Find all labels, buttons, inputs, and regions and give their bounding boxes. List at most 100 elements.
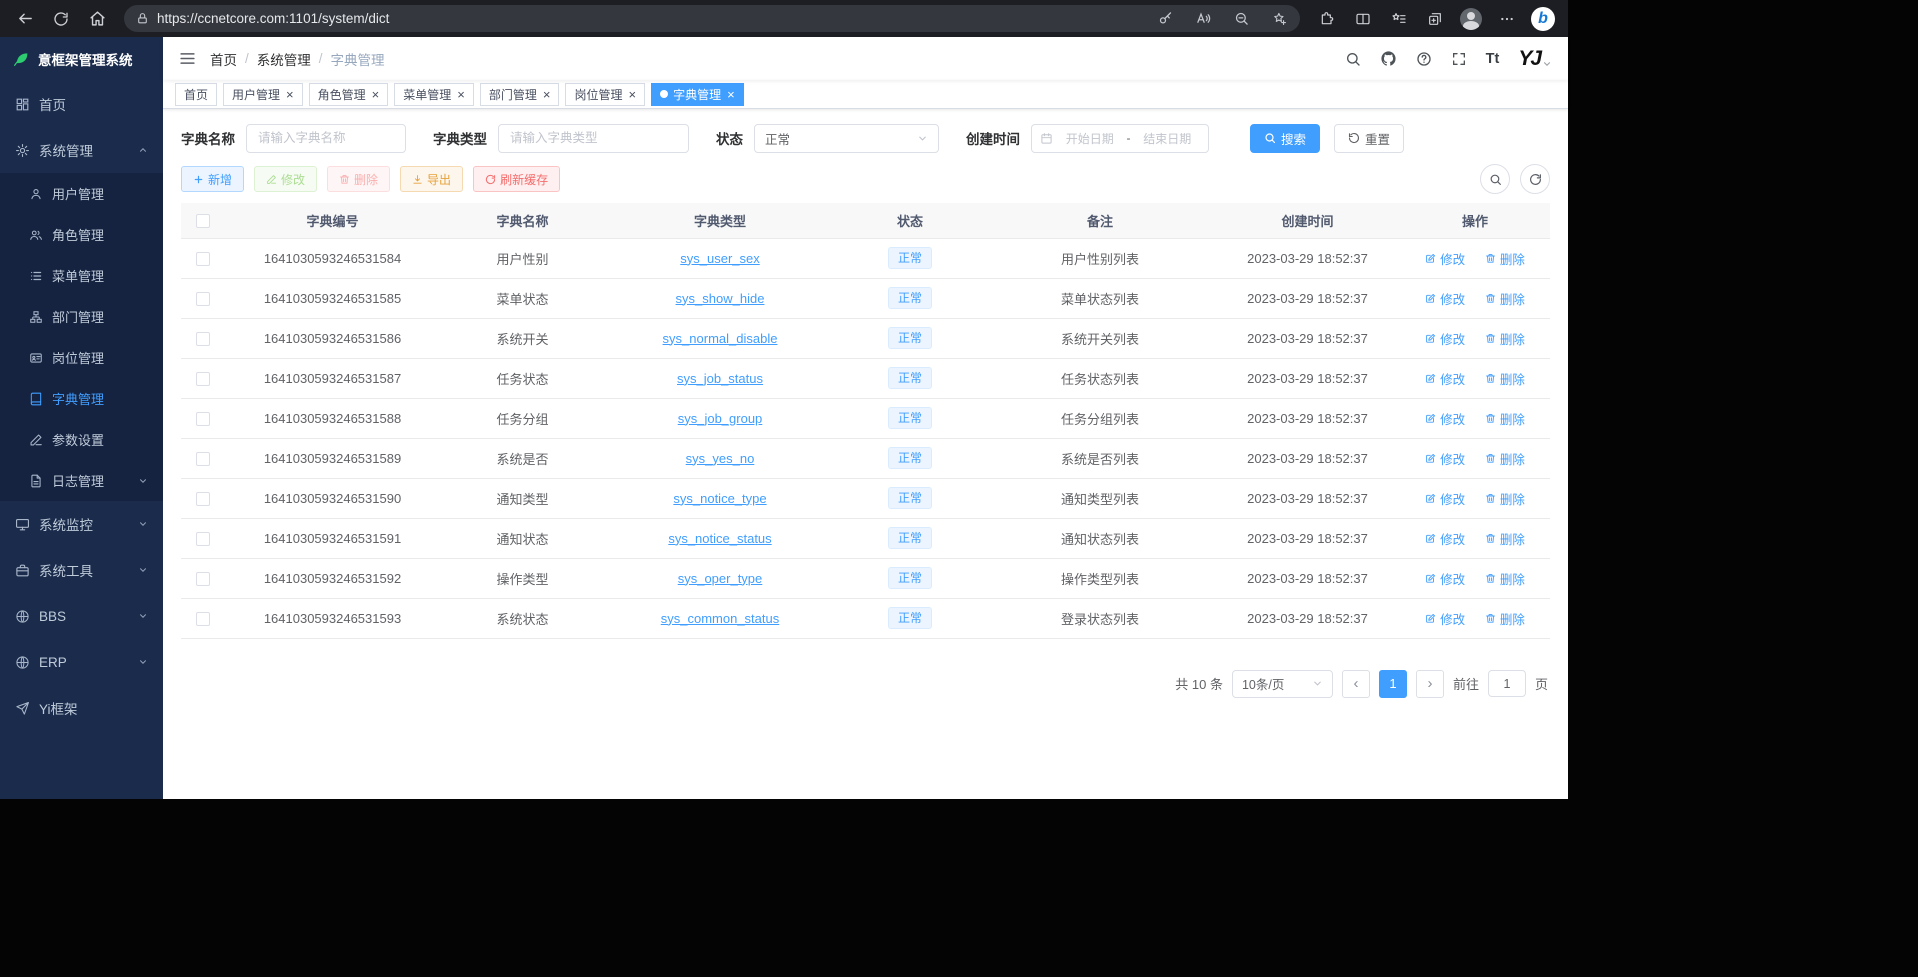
sidebar-item-menu-mgmt[interactable]: 菜单管理 bbox=[0, 255, 163, 296]
favorites-bar-icon[interactable] bbox=[1382, 5, 1416, 33]
sidebar-item-bbs[interactable]: BBS bbox=[0, 593, 163, 639]
sidebar-item-system-tools[interactable]: 系统工具 bbox=[0, 547, 163, 593]
dict-type-link[interactable]: sys_yes_no bbox=[686, 451, 755, 466]
font-size-icon[interactable]: Tt bbox=[1486, 51, 1500, 67]
close-icon[interactable]: × bbox=[727, 88, 735, 101]
tab-dept-mgmt[interactable]: 部门管理 × bbox=[480, 83, 560, 106]
password-key-icon[interactable] bbox=[1150, 7, 1180, 31]
row-checkbox[interactable] bbox=[196, 412, 210, 426]
sidebar-item-post-mgmt[interactable]: 岗位管理 bbox=[0, 337, 163, 378]
sidebar-item-dict-mgmt[interactable]: 字典管理 bbox=[0, 378, 163, 419]
tab-user-mgmt[interactable]: 用户管理 × bbox=[223, 83, 303, 106]
goto-page-input[interactable] bbox=[1488, 670, 1526, 697]
refresh-table-button[interactable] bbox=[1520, 164, 1550, 194]
browser-refresh-icon[interactable] bbox=[44, 5, 78, 33]
hamburger-icon[interactable] bbox=[179, 50, 196, 67]
sidebar-item-role-mgmt[interactable]: 角色管理 bbox=[0, 214, 163, 255]
row-checkbox[interactable] bbox=[196, 492, 210, 506]
collections-icon[interactable] bbox=[1418, 5, 1452, 33]
row-delete-link[interactable]: 删除 bbox=[1485, 329, 1525, 348]
row-delete-link[interactable]: 删除 bbox=[1485, 249, 1525, 268]
sidebar-item-dept-mgmt[interactable]: 部门管理 bbox=[0, 296, 163, 337]
row-delete-link[interactable]: 删除 bbox=[1485, 409, 1525, 428]
row-delete-link[interactable]: 删除 bbox=[1485, 529, 1525, 548]
help-question-icon[interactable] bbox=[1416, 51, 1432, 67]
browser-back-icon[interactable] bbox=[8, 5, 42, 33]
dict-type-link[interactable]: sys_user_sex bbox=[680, 251, 759, 266]
current-page-button[interactable]: 1 bbox=[1379, 670, 1407, 698]
page-size-select[interactable]: 10条/页 bbox=[1232, 670, 1333, 698]
extensions-icon[interactable] bbox=[1310, 5, 1344, 33]
dict-type-link[interactable]: sys_job_group bbox=[678, 411, 763, 426]
row-delete-link[interactable]: 删除 bbox=[1485, 289, 1525, 308]
add-favorite-star-icon[interactable] bbox=[1264, 7, 1294, 31]
row-checkbox[interactable] bbox=[196, 372, 210, 386]
user-logo-dropdown[interactable]: YJ bbox=[1518, 47, 1552, 71]
select-all-checkbox[interactable] bbox=[196, 214, 210, 228]
address-bar[interactable]: https://ccnetcore.com:1101/system/dict bbox=[124, 5, 1300, 32]
toggle-search-button[interactable] bbox=[1480, 164, 1510, 194]
dict-type-link[interactable]: sys_notice_type bbox=[673, 491, 766, 506]
refresh-cache-button[interactable]: 刷新缓存 bbox=[473, 166, 560, 192]
row-edit-link[interactable]: 修改 bbox=[1425, 369, 1465, 388]
close-icon[interactable]: × bbox=[628, 88, 636, 101]
date-range-picker[interactable]: 开始日期 - 结束日期 bbox=[1031, 124, 1209, 153]
dict-type-link[interactable]: sys_show_hide bbox=[676, 291, 765, 306]
row-checkbox[interactable] bbox=[196, 572, 210, 586]
row-delete-link[interactable]: 删除 bbox=[1485, 569, 1525, 588]
dict-type-link[interactable]: sys_common_status bbox=[661, 611, 780, 626]
tab-home[interactable]: 首页 bbox=[175, 83, 217, 106]
close-icon[interactable]: × bbox=[372, 88, 380, 101]
breadcrumb-home[interactable]: 首页 bbox=[210, 49, 237, 69]
row-delete-link[interactable]: 删除 bbox=[1485, 609, 1525, 628]
row-edit-link[interactable]: 修改 bbox=[1425, 489, 1465, 508]
fullscreen-icon[interactable] bbox=[1451, 51, 1467, 67]
app-brand[interactable]: 意框架管理系统 bbox=[0, 37, 163, 81]
row-edit-link[interactable]: 修改 bbox=[1425, 449, 1465, 468]
export-button[interactable]: 导出 bbox=[400, 166, 463, 192]
reset-button[interactable]: 重置 bbox=[1334, 124, 1404, 153]
next-page-button[interactable]: › bbox=[1416, 670, 1444, 698]
search-button[interactable]: 搜索 bbox=[1250, 124, 1320, 153]
row-checkbox[interactable] bbox=[196, 252, 210, 266]
row-edit-link[interactable]: 修改 bbox=[1425, 289, 1465, 308]
row-checkbox[interactable] bbox=[196, 332, 210, 346]
row-edit-link[interactable]: 修改 bbox=[1425, 409, 1465, 428]
breadcrumb-section[interactable]: 系统管理 bbox=[257, 49, 311, 69]
row-edit-link[interactable]: 修改 bbox=[1425, 609, 1465, 628]
row-checkbox[interactable] bbox=[196, 452, 210, 466]
dict-name-input[interactable] bbox=[246, 124, 406, 153]
prev-page-button[interactable]: ‹ bbox=[1342, 670, 1370, 698]
sidebar-item-param-settings[interactable]: 参数设置 bbox=[0, 419, 163, 460]
zoom-out-icon[interactable] bbox=[1226, 7, 1256, 31]
close-icon[interactable]: × bbox=[286, 88, 294, 101]
bing-copilot-icon[interactable]: b bbox=[1526, 5, 1560, 33]
sidebar-item-home[interactable]: 首页 bbox=[0, 81, 163, 127]
github-icon[interactable] bbox=[1380, 50, 1397, 67]
row-checkbox[interactable] bbox=[196, 612, 210, 626]
sidebar-item-user-mgmt[interactable]: 用户管理 bbox=[0, 173, 163, 214]
row-edit-link[interactable]: 修改 bbox=[1425, 329, 1465, 348]
split-screen-icon[interactable] bbox=[1346, 5, 1380, 33]
tab-menu-mgmt[interactable]: 菜单管理 × bbox=[394, 83, 474, 106]
tab-role-mgmt[interactable]: 角色管理 × bbox=[309, 83, 389, 106]
tab-dict-mgmt[interactable]: 字典管理 × bbox=[651, 83, 744, 106]
add-button[interactable]: 新增 bbox=[181, 166, 244, 192]
close-icon[interactable]: × bbox=[543, 88, 551, 101]
dict-type-link[interactable]: sys_notice_status bbox=[668, 531, 771, 546]
tab-post-mgmt[interactable]: 岗位管理 × bbox=[565, 83, 645, 106]
dict-type-link[interactable]: sys_oper_type bbox=[678, 571, 763, 586]
row-delete-link[interactable]: 删除 bbox=[1485, 489, 1525, 508]
more-menu-icon[interactable] bbox=[1490, 5, 1524, 33]
status-select[interactable]: 正常 bbox=[754, 124, 939, 153]
close-icon[interactable]: × bbox=[457, 88, 465, 101]
row-edit-link[interactable]: 修改 bbox=[1425, 529, 1465, 548]
read-aloud-icon[interactable] bbox=[1188, 7, 1218, 31]
edit-button[interactable]: 修改 bbox=[254, 166, 317, 192]
sidebar-item-log-mgmt[interactable]: 日志管理 bbox=[0, 460, 163, 501]
row-checkbox[interactable] bbox=[196, 532, 210, 546]
row-checkbox[interactable] bbox=[196, 292, 210, 306]
row-edit-link[interactable]: 修改 bbox=[1425, 249, 1465, 268]
dict-type-input[interactable] bbox=[498, 124, 689, 153]
header-search-icon[interactable] bbox=[1345, 51, 1361, 67]
